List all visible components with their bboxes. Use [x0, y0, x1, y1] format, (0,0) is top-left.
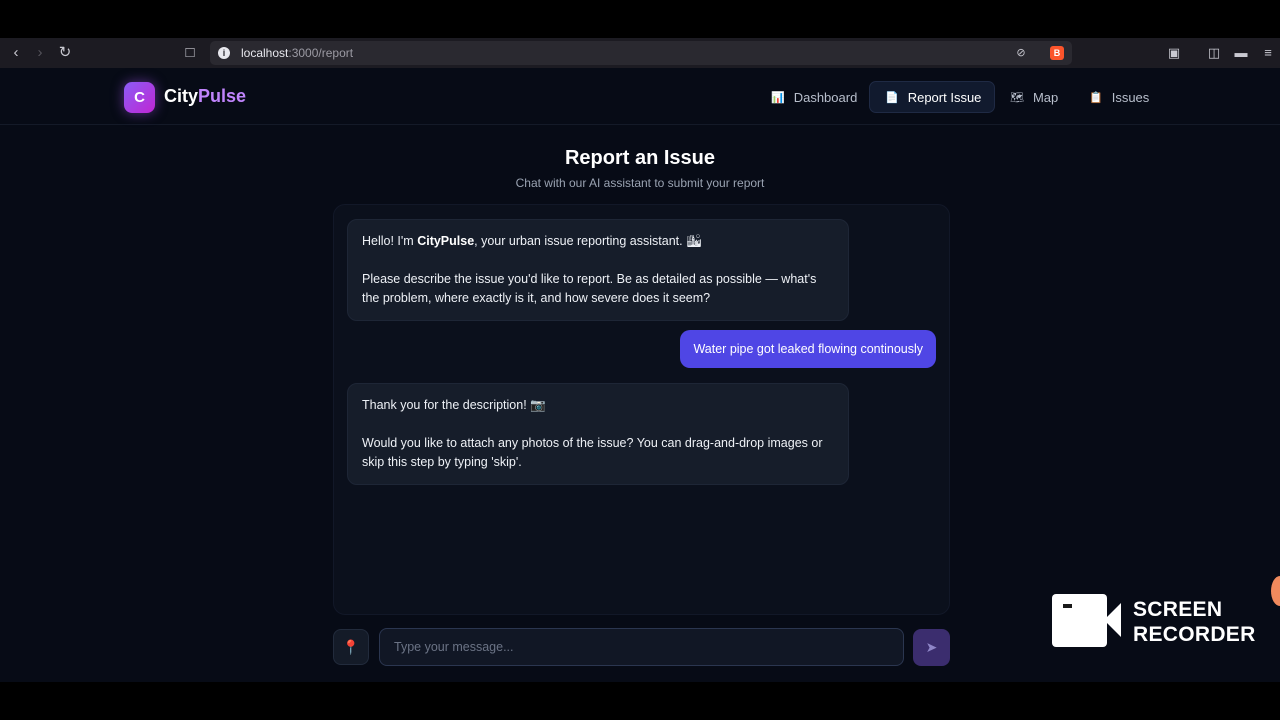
recorder-dot-icon — [1063, 604, 1072, 608]
sidebar-toggle-icon[interactable]: ◫ — [1205, 44, 1223, 62]
brand-pulse: Pulse — [198, 86, 247, 106]
browser-toolbar: ‹ › ↻ □ i localhost:3000/report ⊘ B ▣ ◫ … — [0, 38, 1280, 68]
url-path: :3000/report — [288, 46, 354, 60]
greeting-suffix: , your urban issue reporting assistant. … — [474, 234, 702, 248]
message-input[interactable] — [379, 628, 904, 666]
bot-message: Thank you for the description! 📷 Would y… — [347, 383, 849, 485]
tracking-shield-off-icon[interactable]: ⊘ — [1014, 46, 1028, 60]
watermark-line-2: RECORDER — [1133, 623, 1256, 646]
page-title: Report an Issue — [564, 147, 716, 169]
recorder-lens-icon — [1104, 603, 1121, 637]
bot-message-prompt: Please describe the issue you'd like to … — [362, 272, 817, 305]
nav-issues-label: Issues — [1111, 89, 1150, 105]
nav-issues[interactable]: 📋 Issues — [1079, 81, 1159, 113]
bot-message-thanks: Thank you for the description! 📷 — [362, 398, 546, 412]
brand-city: City — [164, 86, 199, 106]
app-header: C CityPulse 📊 Dashboard 📄 Report Issue 🗺… — [0, 68, 1280, 125]
send-icon: ➤ — [925, 639, 938, 655]
video-letterbox-bottom — [0, 682, 1280, 720]
send-button[interactable]: ➤ — [913, 629, 950, 666]
nav-report-issue[interactable]: 📄 Report Issue — [869, 81, 996, 113]
greeting-brand: CityPulse — [417, 234, 475, 248]
bot-message: Hello! I'm CityPulse, your urban issue r… — [347, 219, 849, 321]
app-root: C CityPulse 📊 Dashboard 📄 Report Issue 🗺… — [0, 68, 1280, 682]
tab-search-icon[interactable]: ▣ — [1165, 44, 1183, 62]
nav-map-label: Map — [1032, 89, 1059, 105]
map-icon: 🗺 — [1010, 91, 1024, 104]
brand-logo[interactable]: C — [124, 82, 155, 113]
menu-icon[interactable]: ≡ — [1259, 44, 1277, 62]
pin-icon: 📍 — [342, 639, 360, 655]
back-icon[interactable]: ‹ — [7, 44, 25, 62]
bot-message-greeting: Hello! I'm CityPulse, your urban issue r… — [362, 232, 834, 251]
recorder-camera-icon — [1052, 594, 1107, 647]
nav-map[interactable]: 🗺 Map — [1000, 81, 1068, 113]
nav-dashboard[interactable]: 📊 Dashboard — [761, 81, 867, 113]
brand-name[interactable]: CityPulse — [164, 86, 246, 107]
brave-shield-icon[interactable]: B — [1050, 46, 1064, 60]
address-bar[interactable]: i localhost:3000/report ⊘ B — [210, 41, 1072, 65]
bot-message-photo-prompt: Would you like to attach any photos of t… — [362, 436, 823, 469]
chat-panel[interactable]: Hello! I'm CityPulse, your urban issue r… — [333, 204, 950, 615]
bookmark-icon[interactable]: □ — [181, 44, 199, 62]
nav-report-issue-label: Report Issue — [907, 89, 982, 105]
video-letterbox-top — [0, 0, 1280, 38]
clipboard-icon: 📋 — [1089, 91, 1103, 104]
forward-icon[interactable]: › — [31, 44, 49, 62]
watermark-line-1: SCREEN — [1133, 598, 1223, 621]
url-text[interactable]: localhost:3000/report — [241, 46, 353, 60]
screen-recorder-watermark: SCREEN RECORDER — [1133, 597, 1256, 647]
reload-icon[interactable]: ↻ — [56, 44, 74, 62]
vpn-icon[interactable]: ▬ — [1232, 44, 1250, 62]
greeting-prefix: Hello! I'm — [362, 234, 418, 248]
nav-dashboard-label: Dashboard — [793, 89, 858, 105]
site-info-icon[interactable]: i — [218, 47, 230, 59]
chart-icon: 📊 — [771, 91, 785, 104]
location-pin-button[interactable]: 📍 — [333, 629, 369, 665]
page-subtitle: Chat with our AI assistant to submit you… — [515, 176, 765, 190]
document-icon: 📄 — [885, 91, 899, 104]
user-message: Water pipe got leaked flowing continousl… — [680, 330, 936, 368]
url-host: localhost — [241, 46, 289, 60]
